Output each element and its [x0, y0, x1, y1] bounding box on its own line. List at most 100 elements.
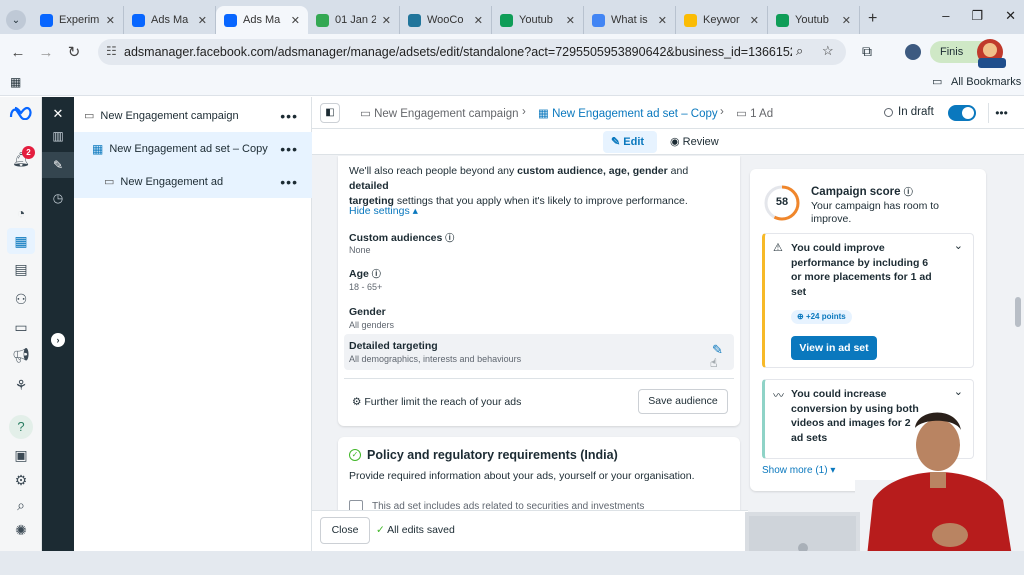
breadcrumb-campaign[interactable]: ▭ New Engagement campaign: [360, 106, 519, 120]
history-clock-icon[interactable]: ◷: [49, 189, 67, 207]
draft-status-icon: [884, 108, 893, 117]
bookmarks-folder-icon[interactable]: ▭: [932, 75, 942, 88]
chevron-down-icon[interactable]: ⌄: [954, 385, 963, 398]
advantage-audience-text: We'll also reach people beyond any custo…: [349, 165, 689, 207]
browser-tab[interactable]: What is ✕: [584, 6, 676, 34]
edit-pencil-icon[interactable]: ✎: [42, 152, 74, 178]
close-tab-icon[interactable]: ✕: [198, 14, 207, 27]
events-manager-icon[interactable]: ⚘: [11, 375, 31, 395]
browser-tab[interactable]: WooCo ✕: [400, 6, 492, 34]
expand-panel-icon[interactable]: ›: [51, 333, 65, 347]
tab-title: WooCo: [427, 14, 464, 26]
close-tab-icon[interactable]: ✕: [842, 14, 851, 27]
pages-icon[interactable]: ▣: [11, 445, 31, 465]
score-value: 58: [775, 196, 789, 208]
minimize-icon[interactable]: –: [942, 8, 949, 24]
publish-toggle[interactable]: [948, 105, 976, 121]
more-options-icon[interactable]: •••: [988, 103, 1014, 123]
recommendation-placements[interactable]: ⚠ You could improve performance by inclu…: [762, 233, 974, 368]
settings-gear-icon[interactable]: ⚙: [11, 470, 31, 490]
new-tab-button[interactable]: +: [860, 10, 885, 34]
rec1-text: You could improve performance by includi…: [791, 242, 932, 298]
close-editor-icon[interactable]: ✕: [49, 105, 67, 123]
zoom-icon[interactable]: ⌕: [796, 43, 803, 59]
browser-tab[interactable]: 01 Jan 2 ✕: [308, 6, 400, 34]
save-audience-button[interactable]: Save audience: [638, 389, 728, 414]
profile-avatar[interactable]: [905, 44, 921, 60]
browser-tab[interactable]: Ads Ma ✕: [124, 6, 216, 34]
hide-settings-link[interactable]: Hide settings ▴: [349, 205, 418, 217]
tree-adset-label: New Engagement ad set – Copy: [109, 142, 268, 155]
close-tab-icon[interactable]: ✕: [474, 14, 483, 27]
breadcrumb-ad[interactable]: ▭ 1 Ad: [736, 106, 773, 120]
view-in-ad-set-button[interactable]: View in ad set: [791, 336, 877, 360]
meta-favicon-icon: [40, 13, 53, 27]
policy-card: ✓ Policy and regulatory requirements (In…: [338, 437, 740, 517]
close-button[interactable]: Close: [320, 517, 370, 544]
close-tab-icon[interactable]: ✕: [291, 14, 300, 27]
tab-edit[interactable]: ✎ Edit: [603, 131, 657, 153]
close-tab-icon[interactable]: ✕: [658, 14, 667, 27]
reload-icon[interactable]: ↻: [60, 43, 88, 61]
tab-search-chevron-icon[interactable]: ⌄: [6, 10, 26, 30]
further-limit-link[interactable]: ⚙ Further limit the reach of your ads: [352, 396, 521, 408]
info-icon[interactable]: ⓘ: [904, 187, 913, 197]
breadcrumb-adset[interactable]: ▦ New Engagement ad set – Copy: [538, 106, 718, 120]
audiences-icon[interactable]: ⚇: [11, 289, 31, 309]
chart-icon[interactable]: ▥: [49, 127, 67, 145]
billing-card-icon[interactable]: ▭: [11, 317, 31, 337]
campaign-tree: ▭ New Engagement campaign ••• ▦ New Enga…: [74, 97, 312, 551]
close-tab-icon[interactable]: ✕: [382, 14, 391, 27]
browser-tab[interactable]: Ads Ma ✕: [216, 6, 308, 34]
window-controls: – ❐ ✕: [942, 8, 1016, 24]
close-tab-icon[interactable]: ✕: [566, 14, 575, 27]
close-tab-icon[interactable]: ✕: [750, 14, 759, 27]
detailed-targeting-label: Detailed targeting: [349, 340, 438, 352]
browser-tab[interactable]: Youtub ✕: [768, 6, 860, 34]
browser-tab-bar: ⌄ Experim ✕ Ads Ma ✕ Ads Ma ✕ 01 Jan 2 ✕ WooCo ✕ Y…: [0, 0, 1024, 34]
adset-more-icon[interactable]: •••: [280, 141, 298, 157]
restore-icon[interactable]: ❐: [971, 8, 983, 24]
browser-tab[interactable]: Youtub ✕: [492, 6, 584, 34]
tree-item-ad[interactable]: ▭ New Engagement ad •••: [74, 165, 312, 198]
rec1-points-badge: ⊕ +24 points: [791, 310, 852, 324]
chevron-down-icon[interactable]: ⌄: [954, 239, 963, 252]
help-icon[interactable]: ?: [9, 415, 33, 439]
tree-item-adset[interactable]: ▦ New Engagement ad set – Copy •••: [74, 132, 312, 165]
mouse-cursor-icon: ☝︎: [710, 356, 718, 370]
url-text: adsmanager.facebook.com/adsmanager/manag…: [124, 45, 792, 59]
site-info-icon[interactable]: ☷: [106, 44, 117, 58]
bug-report-icon[interactable]: ✺: [11, 520, 31, 540]
meta-logo[interactable]: [9, 106, 33, 121]
tree-item-campaign[interactable]: ▭ New Engagement campaign •••: [74, 99, 312, 132]
extensions-icon[interactable]: ⧉: [862, 43, 872, 60]
address-toolbar: ← → ↻ ☷ adsmanager.facebook.com/adsmanag…: [0, 34, 1024, 70]
ad-page-icon: ▭: [104, 176, 115, 188]
info-icon[interactable]: ⓘ: [372, 269, 381, 279]
info-icon[interactable]: ⓘ: [445, 233, 454, 243]
ad-more-icon[interactable]: •••: [280, 174, 298, 190]
campaigns-table-icon[interactable]: ▦: [7, 228, 35, 254]
search-icon[interactable]: ⌕: [11, 495, 31, 515]
audience-card: We'll also reach people beyond any custo…: [338, 156, 740, 426]
forward-icon[interactable]: →: [32, 44, 60, 61]
browser-tab[interactable]: Keywor ✕: [676, 6, 768, 34]
tab-review[interactable]: ◉ Review: [670, 131, 730, 153]
back-icon[interactable]: ←: [4, 44, 32, 61]
wordpress-favicon-icon: [408, 13, 421, 27]
browser-tab[interactable]: Experim ✕: [32, 6, 124, 34]
bookmark-star-icon[interactable]: ☆: [822, 43, 834, 59]
toggle-panel-icon[interactable]: ◧: [320, 103, 340, 123]
reports-icon[interactable]: ▤: [11, 259, 31, 279]
url-bar[interactable]: ☷ adsmanager.facebook.com/adsmanager/man…: [98, 39, 846, 65]
dashboard-gauge-icon[interactable]: ◔: [11, 203, 31, 223]
campaign-more-icon[interactable]: •••: [280, 108, 298, 124]
detailed-targeting-row[interactable]: Detailed targeting All demographics, int…: [344, 334, 734, 370]
page-scrollbar[interactable]: [1015, 297, 1021, 327]
close-tab-icon[interactable]: ✕: [106, 14, 115, 27]
megaphone-icon[interactable]: 📢︎: [11, 345, 31, 365]
tab-title: Youtub: [519, 14, 553, 26]
all-bookmarks-link[interactable]: All Bookmarks: [951, 76, 1021, 88]
close-window-icon[interactable]: ✕: [1005, 8, 1016, 24]
apps-grid-icon[interactable]: ▦: [10, 75, 21, 89]
